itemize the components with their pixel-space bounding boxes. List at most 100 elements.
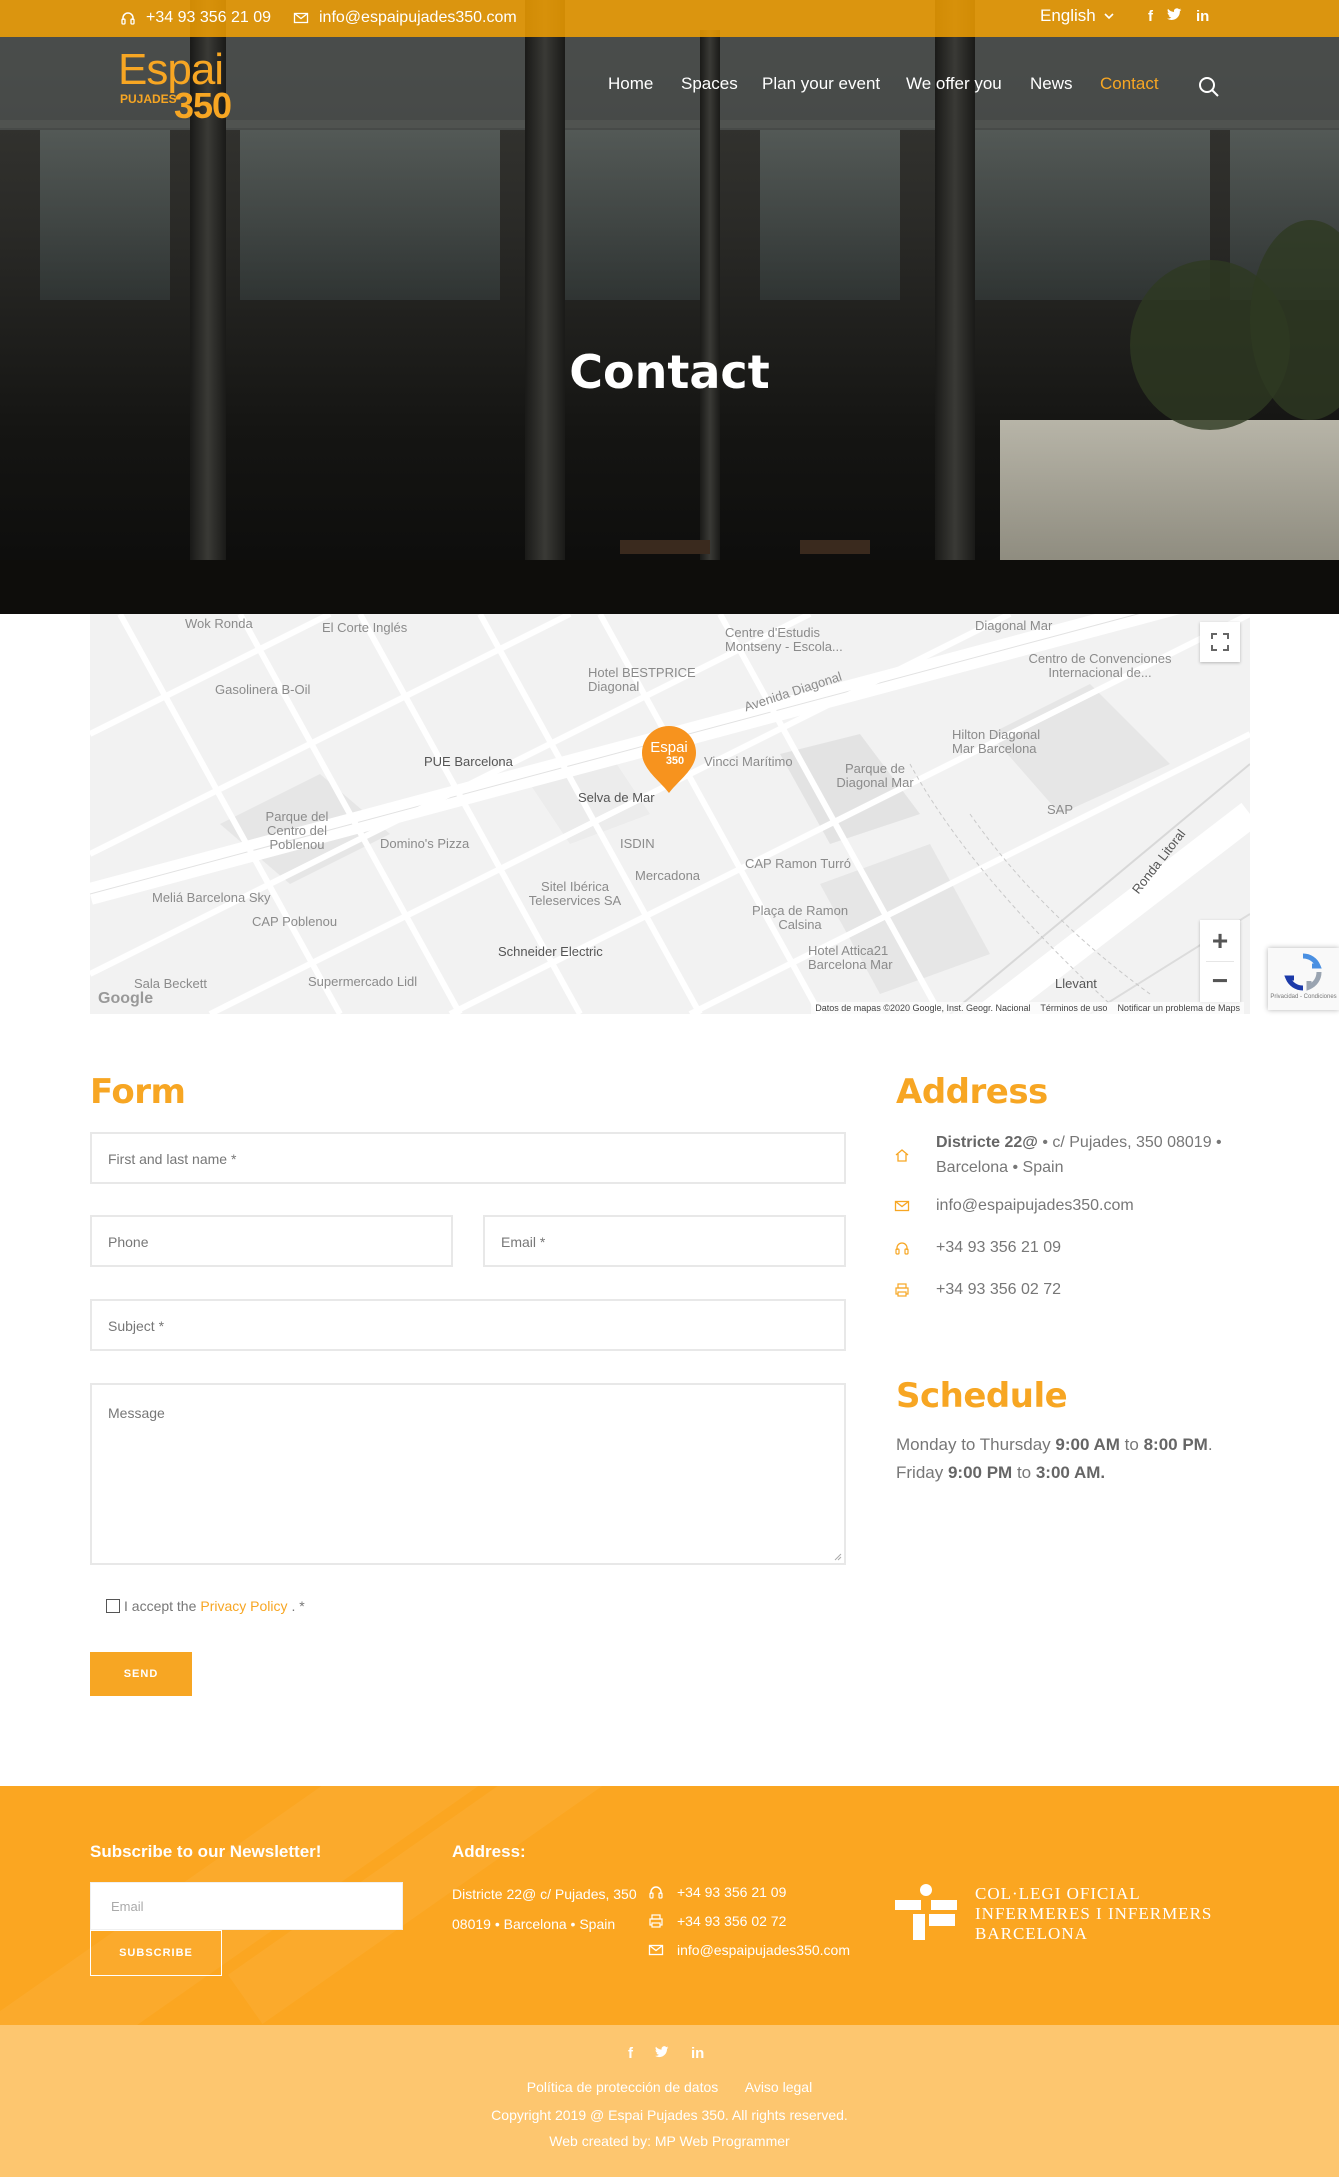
map-label: Diagonal Mar [975, 618, 1053, 633]
schedule-time: 9:00 PM [947, 1463, 1013, 1482]
privacy-data-link[interactable]: Política de protección de datos [527, 2079, 718, 2095]
map-terms-link[interactable]: Términos de uso [1040, 1003, 1107, 1013]
topbar-social: f in [1148, 8, 1209, 25]
headset-icon [895, 1242, 909, 1255]
map-attribution: Datos de mapas ©2020 Google, Inst. Geogr… [811, 1002, 1244, 1014]
address-email-text: info@espaipujades350.com [936, 1197, 1134, 1214]
location-map[interactable]: Wok Ronda El Corte Inglés Centre d'Estud… [90, 614, 1250, 1014]
footer-address-title: Address: [452, 1842, 526, 1861]
footer-fax: +34 93 356 02 72 [677, 1913, 787, 1929]
privacy-prefix: I accept the [124, 1598, 197, 1614]
cross-icon [895, 1884, 957, 1940]
address-phone-text: +34 93 356 21 09 [936, 1239, 1062, 1256]
logo-word-pujades: PUJADES [120, 92, 177, 106]
topbar-phone-text: +34 93 356 21 09 [146, 9, 272, 26]
web-credit[interactable]: Web created by: MP Web Programmer [0, 2133, 1339, 2149]
map-label: Plaça de Ramon Calsina [751, 903, 849, 932]
footer-address-line2: 08019 • Barcelona • Spain [452, 1916, 616, 1932]
headset-icon [121, 12, 135, 25]
zoom-in-button[interactable]: + [1212, 921, 1228, 961]
newsletter-email-input[interactable]: Email [90, 1882, 403, 1930]
facebook-icon[interactable]: f [1148, 8, 1153, 25]
hero-banner: +34 93 356 21 09 info@espaipujades350.co… [0, 0, 1339, 614]
site-footer: Subscribe to our Newsletter! Email SUBSC… [0, 1786, 1339, 2025]
nav-home[interactable]: Home [608, 74, 653, 94]
address-city: Barcelona • Spain [936, 1159, 1064, 1176]
footer-phone[interactable]: +34 93 356 21 09 [677, 1884, 786, 1900]
legal-links: Política de protección de datos Aviso le… [0, 2079, 1339, 2095]
fullscreen-button[interactable] [1200, 622, 1240, 662]
footer-social: f in [628, 2045, 704, 2062]
form-title: Form [90, 1072, 186, 1112]
site-logo[interactable]: Espai PUJADES 350 [118, 48, 238, 128]
newsletter-email-placeholder: Email [111, 1899, 144, 1914]
twitter-icon[interactable] [655, 2045, 669, 2062]
map-report-link[interactable]: Notificar un problema de Maps [1117, 1003, 1240, 1013]
schedule-text: Friday [896, 1463, 948, 1482]
chevron-down-icon [1104, 13, 1114, 20]
schedule-weekdays: Monday to Thursday 9:00 AM to 8:00 PM. [896, 1435, 1213, 1455]
partner-line: INFERMERES I INFERMERS [975, 1904, 1213, 1923]
map-label: Sala Beckett [134, 976, 207, 991]
nav-contact[interactable]: Contact [1100, 74, 1159, 94]
legal-notice-link[interactable]: Aviso legal [745, 2079, 812, 2095]
subscribe-button[interactable]: SUBSCRIBE [90, 1930, 222, 1976]
email-input[interactable]: Email * [483, 1215, 846, 1267]
map-data-credit: Datos de mapas ©2020 Google, Inst. Geogr… [815, 1003, 1031, 1013]
sub-footer: f in Política de protección de datos Avi… [0, 2025, 1339, 2177]
linkedin-icon[interactable]: in [1196, 8, 1209, 25]
nav-spaces[interactable]: Spaces [681, 74, 738, 94]
search-icon[interactable] [1198, 76, 1220, 98]
partner-logo[interactable]: COL·LEGI OFICIAL INFERMERES I INFERMERS … [895, 1884, 1211, 1944]
privacy-checkbox[interactable] [106, 1599, 120, 1613]
map-label: Mercadona [635, 868, 701, 883]
map-label: Schneider Electric [498, 944, 603, 959]
map-label: Llevant [1055, 976, 1097, 991]
linkedin-icon[interactable]: in [691, 2045, 704, 2062]
zoom-out-button[interactable]: − [1212, 962, 1228, 1002]
name-input[interactable]: First and last name * [90, 1132, 846, 1184]
subject-placeholder: Subject * [108, 1318, 165, 1334]
map-label: ISDIN [620, 836, 655, 851]
address-email[interactable]: info@espaipujades350.com [894, 1193, 1134, 1218]
phone-input[interactable]: Phone [90, 1215, 453, 1267]
address-phone[interactable]: +34 93 356 21 09 [895, 1235, 1062, 1260]
send-button[interactable]: SEND [90, 1652, 192, 1696]
fullscreen-icon [1211, 633, 1229, 651]
schedule-text: . [1207, 1435, 1213, 1454]
recaptcha-badge[interactable]: Privacidad - Condiciones [1268, 948, 1339, 1010]
nav-we-offer-you[interactable]: We offer you [906, 74, 1002, 94]
topbar-email[interactable]: info@espaipujades350.com [293, 9, 517, 27]
map-label: Supermercado Lidl [308, 974, 418, 989]
printer-icon [895, 1283, 909, 1297]
twitter-icon[interactable] [1167, 8, 1182, 25]
message-textarea[interactable]: Message [90, 1383, 846, 1565]
address-fax: +34 93 356 02 72 [895, 1277, 1062, 1302]
facebook-icon[interactable]: f [628, 2045, 633, 2062]
subject-input[interactable]: Subject * [90, 1299, 846, 1351]
topbar-phone[interactable]: +34 93 356 21 09 [120, 9, 271, 27]
map-marker[interactable]: Espai 350 [640, 724, 698, 794]
schedule-title: Schedule [896, 1376, 1068, 1416]
nav-plan-your-event[interactable]: Plan your event [762, 74, 880, 94]
map-label: Hotel Attica21 Barcelona Mar [808, 943, 893, 972]
recaptcha-icon [1284, 953, 1322, 991]
partner-line: BARCELONA [975, 1924, 1088, 1943]
footer-email[interactable]: info@espaipujades350.com [677, 1942, 850, 1958]
schedule-friday: Friday 9:00 PM to 3:00 AM. [896, 1463, 1105, 1483]
privacy-consent: I accept the Privacy Policy . * [106, 1598, 305, 1614]
map-label: PUE Barcelona [424, 754, 513, 769]
map-label: CAP Poblenou [252, 914, 338, 929]
address-district: Districte 22@ [936, 1134, 1038, 1151]
email-placeholder: Email * [501, 1234, 546, 1250]
privacy-policy-link[interactable]: Privacy Policy [200, 1598, 287, 1614]
nav-news[interactable]: News [1030, 74, 1073, 94]
address-fax-text: +34 93 356 02 72 [936, 1281, 1062, 1298]
map-label: Wok Ronda [185, 616, 253, 631]
map-label: Centro de Convenciones Internacional de.… [1028, 651, 1172, 680]
map-label: Parque de Diagonal Mar [836, 761, 914, 790]
resize-handle-icon[interactable] [834, 1553, 842, 1561]
envelope-icon [293, 12, 309, 24]
language-selector[interactable]: English [1040, 6, 1114, 26]
map-label: Sitel Ibérica Teleservices SA [528, 879, 622, 908]
